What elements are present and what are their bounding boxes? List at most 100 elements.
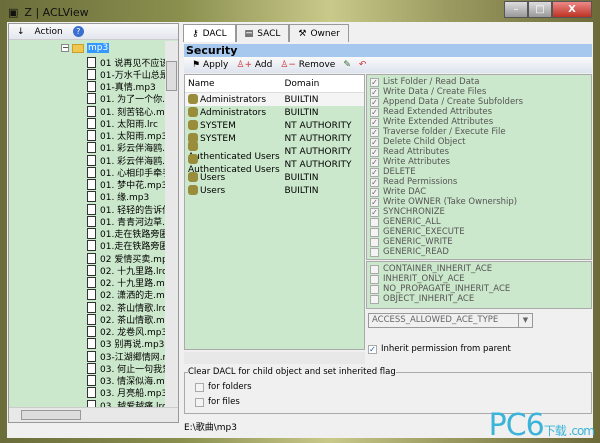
tree-file-item[interactable]: 01. 梦中花.mp3 <box>87 179 166 191</box>
permission-checkbox[interactable]: ✓ Traverse folder / Execute File <box>370 127 588 137</box>
checkbox[interactable]: ✓ <box>370 167 379 177</box>
permission-checkbox[interactable]: ✓ SYNCHRONIZE <box>370 207 588 217</box>
maximize-button[interactable]: □ <box>528 1 552 18</box>
tree-file-item[interactable]: 01. 太阳雨.lrc <box>87 117 166 129</box>
permission-checkbox[interactable]: ✓ Append Data / Create Subfolders <box>370 97 588 107</box>
checkbox[interactable]: ✓ <box>370 147 379 157</box>
permission-checkbox[interactable]: GENERIC_EXECUTE <box>370 227 588 237</box>
minimize-button[interactable]: – <box>504 1 528 18</box>
tree-file-item[interactable]: 02. 十九里路.mp3 <box>87 277 166 289</box>
checkbox[interactable] <box>370 217 379 227</box>
permission-checkbox[interactable]: GENERIC_ALL <box>370 217 588 227</box>
tree-file-item[interactable]: 02 爱情买卖.mp3 <box>87 252 166 264</box>
checkbox[interactable] <box>370 294 379 304</box>
tree-file-item[interactable]: 03 别再说.mp3 <box>87 338 166 350</box>
permission-checkbox[interactable]: ✓ Write OWNER (Take Ownership) <box>370 197 588 207</box>
ace-list[interactable]: Name Domain Administrators BUILTIN Adminis… <box>184 74 365 350</box>
edit-button[interactable]: ✎ <box>343 60 351 70</box>
tree-file-item[interactable]: 01. 彩云伴海鸥.lr <box>87 142 166 154</box>
apply-button[interactable]: ⚑ Apply <box>192 60 228 70</box>
permission-checkbox[interactable]: GENERIC_READ <box>370 247 588 257</box>
permission-checkbox[interactable]: GENERIC_WRITE <box>370 237 588 247</box>
for-files-checkbox[interactable]: for files <box>195 397 240 407</box>
checkbox[interactable]: ✓ <box>370 137 379 147</box>
checkbox[interactable]: ✓ <box>370 97 379 107</box>
permission-checkbox[interactable]: ✓ Read Permissions <box>370 177 588 187</box>
help-icon[interactable]: ? <box>72 26 84 37</box>
checkbox[interactable]: ✓ <box>370 87 379 97</box>
checkbox[interactable] <box>370 274 379 284</box>
tab-sacl[interactable]: ▤ SACL <box>235 24 290 42</box>
permission-checkbox[interactable]: CONTAINER_INHERIT_ACE <box>370 264 588 274</box>
tree-file-item[interactable]: 01 说再见不应该 <box>87 56 166 68</box>
tree-file-item[interactable]: 01. 轻轻的告诉你 <box>87 203 166 215</box>
scrollbar-thumb[interactable] <box>21 410 81 420</box>
tree-file-item[interactable]: 01. 彩云伴海鸥.m <box>87 154 166 166</box>
permission-checkbox[interactable]: ✓ Delete Child Object <box>370 137 588 147</box>
folder-tree[interactable]: − mp3 01 说再见不应该 01-万水千山总是 01-真情.mp3 01. 为了一… <box>9 41 166 407</box>
collapse-icon[interactable]: − <box>61 44 69 52</box>
tree-file-item[interactable]: 02. 龙卷风.mp3 <box>87 326 166 338</box>
permission-checkbox[interactable]: ✓ List Folder / Read Data <box>370 77 588 87</box>
tree-file-item[interactable]: 03. 何止一句我爱 <box>87 362 166 374</box>
tree-file-item[interactable]: 01-万水千山总是 <box>87 68 166 80</box>
checkbox[interactable] <box>195 397 204 407</box>
tree-file-item[interactable]: 03. 情深似海.mp3 <box>87 375 166 387</box>
column-name[interactable]: Name <box>185 79 284 89</box>
checkbox[interactable]: ✓ <box>370 177 379 187</box>
tree-file-item[interactable]: 01-真情.mp3 <box>87 81 166 93</box>
permission-checkbox[interactable]: ✓ Read Attributes <box>370 147 588 157</box>
permission-checkbox[interactable]: ✓ Write Attributes <box>370 157 588 167</box>
tree-file-item[interactable]: 01. 太阳雨.mp3 <box>87 130 166 142</box>
tree-file-item[interactable]: 01.走在铁路旁匿 <box>87 228 166 240</box>
permission-checkbox[interactable]: ✓ Write DAC <box>370 187 588 197</box>
tree-folder-mp3[interactable]: − mp3 <box>61 43 110 53</box>
table-row[interactable]: SYSTEM NT AUTHORITY <box>185 119 364 132</box>
action-menu[interactable]: Action <box>35 27 63 37</box>
permission-checkbox[interactable]: ✓ Write Data / Create Files <box>370 87 588 97</box>
tree-file-item[interactable]: 01. 缘.mp3 <box>87 191 166 203</box>
checkbox[interactable]: ✓ <box>370 187 379 197</box>
tab-dacl[interactable]: ⚷ DACL <box>183 24 236 42</box>
for-folders-checkbox[interactable]: for folders <box>195 382 252 392</box>
list-horizontal-scrollbar[interactable] <box>184 352 365 364</box>
tree-file-item[interactable]: 01. 刻苦铭心.mp3 <box>87 105 166 117</box>
checkbox[interactable]: ✓ <box>368 344 377 354</box>
permission-checkbox[interactable]: INHERIT_ONLY_ACE <box>370 274 588 284</box>
checkbox[interactable]: ✓ <box>370 157 379 167</box>
column-domain[interactable]: Domain <box>284 79 364 89</box>
checkbox[interactable]: ✓ <box>370 77 379 87</box>
table-row[interactable]: Administrators BUILTIN <box>185 93 364 106</box>
checkbox[interactable] <box>370 284 379 294</box>
revert-button[interactable]: ↶ <box>359 60 367 70</box>
close-button[interactable]: X <box>552 1 592 18</box>
add-button[interactable]: ♙+ Add <box>236 60 272 70</box>
remove-button[interactable]: ♙− Remove <box>280 60 335 70</box>
checkbox[interactable] <box>370 247 379 257</box>
tree-file-item[interactable]: 03. 月亮船.mp3 <box>87 387 166 399</box>
tab-owner[interactable]: ⚒ Owner <box>289 24 349 42</box>
table-row[interactable]: Users BUILTIN <box>185 171 364 184</box>
checkbox[interactable]: ✓ <box>370 117 379 127</box>
tree-vertical-scrollbar[interactable] <box>165 41 178 407</box>
scrollbar-thumb[interactable] <box>166 61 177 91</box>
tree-horizontal-scrollbar[interactable] <box>9 407 178 422</box>
permission-checkbox[interactable]: ✓ Read Extended Attributes <box>370 107 588 117</box>
tree-file-item[interactable]: 02. 茶山情歌.mp3 <box>87 313 166 325</box>
tree-file-item[interactable]: 01. 心相印手牵手 <box>87 166 166 178</box>
ace-type-select[interactable]: ACCESS_ALLOWED_ACE_TYPE ▼ <box>368 313 533 328</box>
table-row[interactable]: Authenticated Users NT AUTHORITY <box>185 154 364 175</box>
inherit-checkbox[interactable]: ✓ Inherit permission from parent <box>368 344 511 354</box>
tree-file-item[interactable]: 02. 十九里路.lrc <box>87 264 166 276</box>
permission-checkbox[interactable]: ✓ Write Extended Attributes <box>370 117 588 127</box>
checkbox[interactable] <box>370 237 379 247</box>
checkbox[interactable] <box>195 382 204 392</box>
permission-checkbox[interactable]: OBJECT_INHERIT_ACE <box>370 294 588 304</box>
tree-file-item[interactable]: 02. 潇洒的走.mp3 <box>87 289 166 301</box>
checkbox[interactable] <box>370 264 379 274</box>
checkbox[interactable]: ✓ <box>370 127 379 137</box>
tree-file-item[interactable]: 01. 青青河边草.m <box>87 215 166 227</box>
checkbox[interactable]: ✓ <box>370 197 379 207</box>
checkbox[interactable] <box>370 227 379 237</box>
checkbox[interactable]: ✓ <box>370 207 379 217</box>
